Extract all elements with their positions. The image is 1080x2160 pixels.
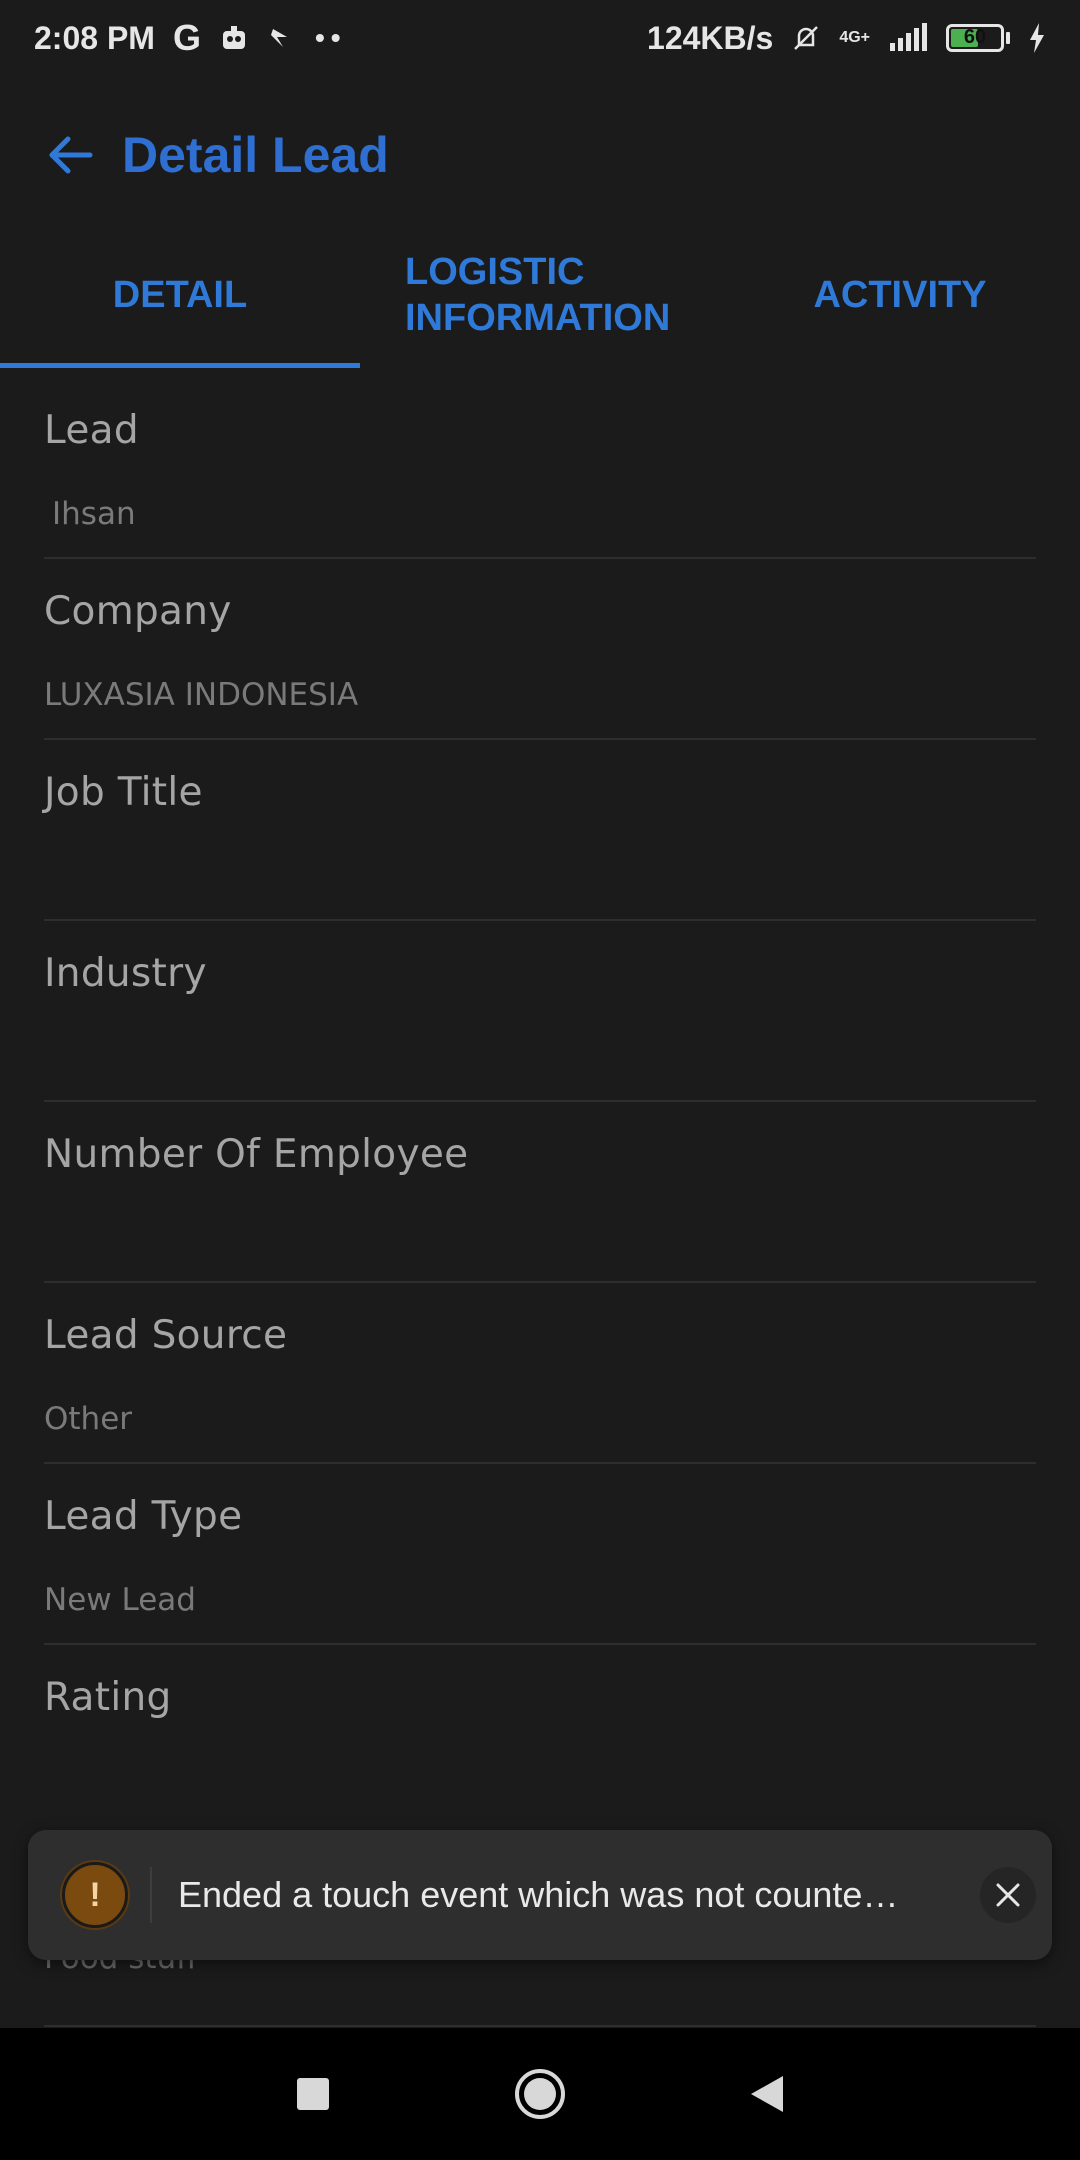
recent-apps-button[interactable]: [278, 2059, 348, 2129]
field-label: Job Title: [44, 770, 203, 815]
battery-icon: 60: [946, 24, 1004, 52]
field-label: Company: [44, 589, 232, 634]
tab-detail[interactable]: DETAIL: [0, 220, 360, 370]
page-title: Detail Lead: [122, 127, 389, 183]
tab-detail-label: DETAIL: [112, 273, 248, 316]
tab-logistic-information[interactable]: LOGISTIC INFORMATION: [360, 220, 720, 370]
charging-icon: [1030, 23, 1044, 53]
warning-icon: !: [62, 1862, 128, 1928]
status-time: 2:08 PM: [34, 19, 155, 56]
robot-icon: [222, 26, 245, 49]
battery-level: 60: [963, 26, 987, 48]
field-company: Company LUXASIA INDONESIA: [44, 559, 1036, 740]
more-notifications-icon: ••: [314, 22, 347, 53]
battery-tip: [1006, 32, 1010, 44]
close-icon: [996, 1883, 1020, 1907]
tab-bar: DETAIL LOGISTIC INFORMATION ACTIVITY: [0, 220, 1080, 370]
field-lead-type: Lead Type New Lead: [44, 1464, 1036, 1645]
status-bar: 2:08 PM G •• 124KB/s 4G+ 60: [0, 0, 1080, 76]
back-button[interactable]: [732, 2059, 802, 2129]
mute-bell-icon: [794, 26, 819, 50]
field-lead: Lead Ihsan: [44, 378, 1036, 559]
field-label: Number Of Employee: [44, 1132, 469, 1177]
toast-divider: [150, 1867, 152, 1923]
status-bar-right: 124KB/s 4G+ 60: [647, 20, 1046, 57]
app-bar: Detail Lead: [0, 100, 1080, 210]
status-bar-left: 2:08 PM G ••: [34, 17, 347, 59]
lead-detail-fields: Lead Ihsan Company LUXASIA INDONESIA Job…: [44, 378, 1036, 1826]
field-label: Lead Type: [44, 1494, 243, 1539]
field-label: Industry: [44, 951, 207, 996]
google-icon: G: [172, 17, 201, 58]
network-speed: 124KB/s: [647, 19, 774, 56]
system-navigation-bar: [0, 2028, 1080, 2160]
back-arrow-icon[interactable]: [44, 128, 98, 182]
field-value: LUXASIA INDONESIA: [44, 677, 359, 713]
tab-logistic-information-label: LOGISTIC INFORMATION: [405, 251, 671, 339]
toast-close-button[interactable]: [980, 1867, 1036, 1923]
field-lead-source: Lead Source Other: [44, 1283, 1036, 1464]
toast-message: Ended a touch event which was not counte…: [178, 1874, 899, 1915]
error-toast[interactable]: ! Ended a touch event which was not coun…: [28, 1830, 1052, 1960]
tab-activity[interactable]: ACTIVITY: [720, 220, 1080, 370]
signal-icon: [890, 23, 927, 51]
home-button[interactable]: [505, 2059, 575, 2129]
field-number-of-employee: Number Of Employee: [44, 1102, 1036, 1283]
field-label: Lead Source: [44, 1313, 288, 1358]
field-rating: Rating: [44, 1645, 1036, 1826]
field-value: Other: [44, 1401, 133, 1437]
field-value: Ihsan: [52, 496, 136, 532]
bird-icon: [270, 29, 287, 47]
back-triangle-icon: [750, 2076, 783, 2112]
field-divider: [44, 2025, 1036, 2027]
field-job-title: Job Title: [44, 740, 1036, 921]
field-label: Lead: [44, 408, 139, 453]
network-type: 4G+: [839, 29, 870, 46]
square-icon: [297, 2078, 330, 2110]
tab-activity-label: ACTIVITY: [813, 273, 987, 316]
field-industry: Industry: [44, 921, 1036, 1102]
home-circle-icon: [514, 2069, 565, 2119]
field-value: New Lead: [44, 1582, 196, 1618]
field-label: Rating: [44, 1675, 172, 1720]
